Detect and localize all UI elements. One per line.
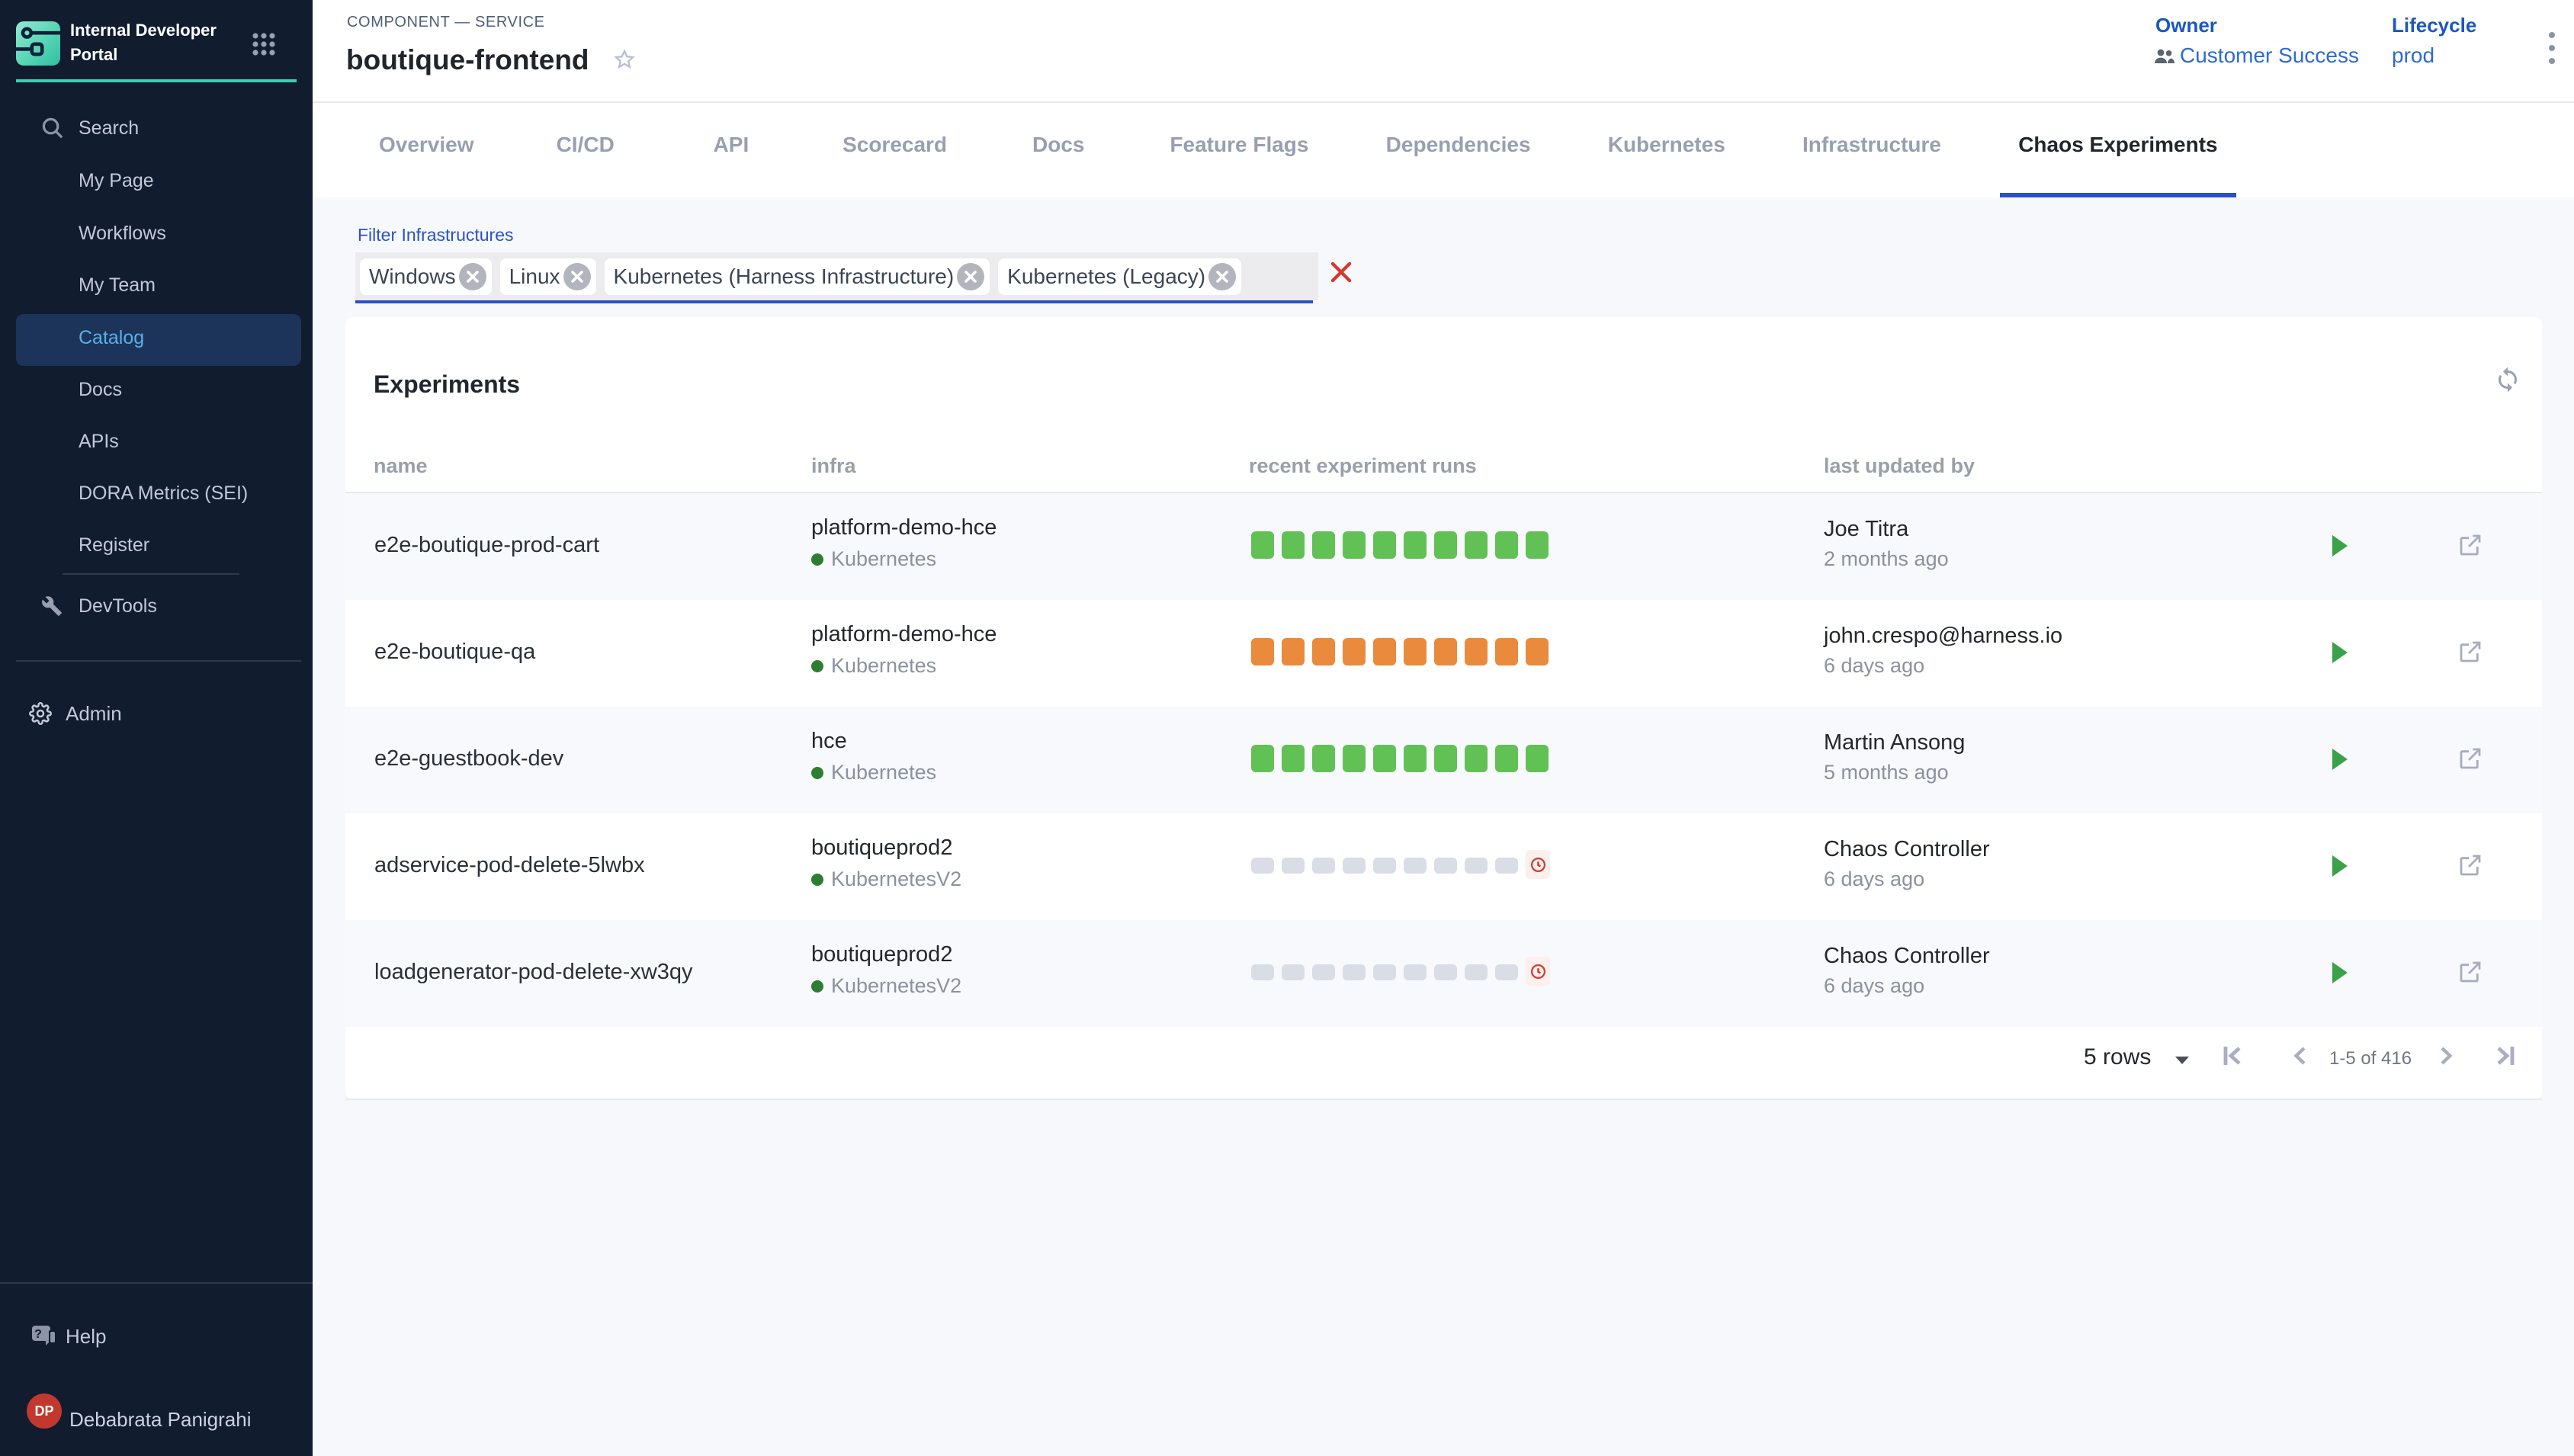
svg-text:?: ? bbox=[34, 1328, 42, 1341]
